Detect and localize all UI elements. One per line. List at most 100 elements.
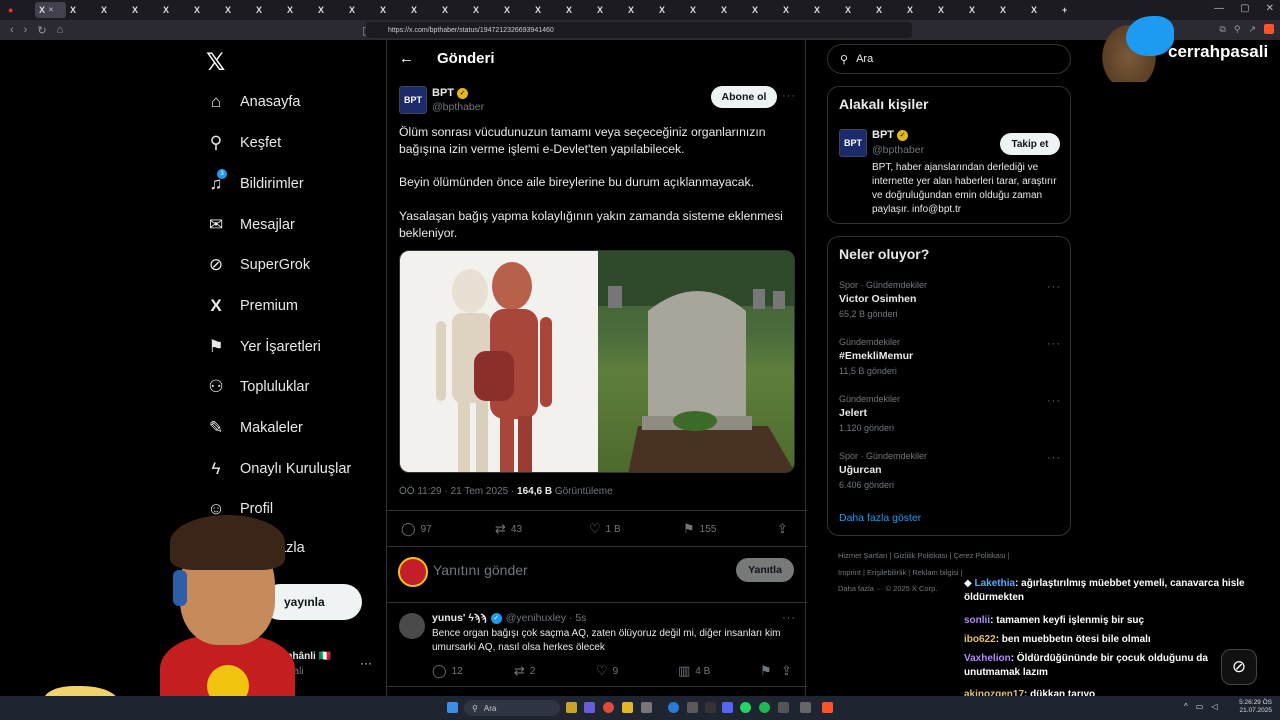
anatomy-image[interactable] [400, 251, 598, 472]
footer-links[interactable]: Imprint | Erişilebilirlik | Reklam bilgi… [838, 568, 963, 577]
home-nav-icon[interactable]: ⌂ [57, 24, 64, 36]
app-icon[interactable] [778, 702, 789, 713]
browser-tab[interactable]: X [190, 2, 221, 18]
trend-more-icon[interactable]: ··· [1047, 281, 1061, 293]
nav-supergrok[interactable]: ⊘ SuperGrok [206, 255, 310, 275]
search-input[interactable]: ⚲ Ara [827, 44, 1071, 74]
discord-icon[interactable] [722, 702, 733, 713]
browser-tab[interactable]: X [1027, 2, 1058, 18]
x-logo[interactable]: 𝕏 [206, 48, 225, 77]
gravestone-image[interactable] [598, 251, 794, 472]
browser-tab[interactable]: X [345, 2, 376, 18]
browser-tab[interactable]: X [159, 2, 190, 18]
app-icon[interactable] [641, 702, 652, 713]
nav-home[interactable]: ⌂ Anasayfa [206, 92, 301, 112]
minimize-icon[interactable]: — [1214, 3, 1224, 14]
nav-premium[interactable]: X Premium [206, 296, 298, 316]
obs-icon[interactable] [705, 702, 716, 713]
trend-more-icon[interactable]: ··· [1047, 395, 1061, 407]
reply-input[interactable]: Yanıtını gönder [433, 562, 528, 578]
folder-icon[interactable] [622, 702, 633, 713]
reply-reply-action[interactable]: ◯ 12 [432, 663, 463, 679]
brave-shield-icon[interactable] [1264, 24, 1274, 34]
translate-icon[interactable]: ⧉ [1219, 24, 1225, 35]
nav-articles[interactable]: ✎ Makaleler [206, 418, 303, 438]
share-icon[interactable]: ↗ [1248, 24, 1256, 35]
trend-name[interactable]: Jelert [839, 407, 867, 419]
reply-avatar[interactable] [399, 613, 425, 639]
trend-more-icon[interactable]: ··· [1047, 452, 1061, 464]
author-name[interactable]: BPT ✓ [432, 87, 468, 99]
nav-bookmarks[interactable]: ⚑ Yer İşaretleri [206, 337, 321, 357]
windows-start-icon[interactable] [447, 702, 458, 713]
browser-tab[interactable]: X [779, 2, 810, 18]
spotify-icon[interactable] [759, 702, 770, 713]
browser-tab[interactable]: X [438, 2, 469, 18]
chrome-icon[interactable] [603, 702, 614, 713]
account-more-icon[interactable]: ··· [360, 656, 372, 670]
app-icon[interactable] [800, 702, 811, 713]
browser-tab[interactable]: X [128, 2, 159, 18]
related-handle[interactable]: @bpthaber [872, 144, 924, 156]
browser-tab[interactable]: X [376, 2, 407, 18]
browser-tab[interactable]: X [748, 2, 779, 18]
follow-button[interactable]: Takip et [1000, 133, 1060, 155]
nav-messages[interactable]: ✉ Mesajlar [206, 215, 295, 235]
browser-tab[interactable]: X [655, 2, 686, 18]
volume-icon[interactable]: ◁ [1211, 702, 1217, 711]
browser-tab[interactable]: X [903, 2, 934, 18]
browser-tab[interactable]: X [810, 2, 841, 18]
footer-links[interactable]: Hizmet Şartları | Gizlilik Politikası | … [838, 551, 1010, 560]
browser-tab[interactable]: X [97, 2, 128, 18]
url-bar[interactable]: https://x.com/bpthaber/status/1947212326… [366, 22, 912, 38]
browser-tab[interactable]: X [531, 2, 562, 18]
nav-notifications[interactable]: ♫ 3 Bildirimler [206, 169, 304, 194]
author-avatar[interactable]: BPT [399, 86, 427, 114]
related-name[interactable]: BPT ✓ [872, 129, 908, 141]
browser-tab[interactable]: X [934, 2, 965, 18]
author-handle[interactable]: @bpthaber [432, 101, 484, 113]
browser-tab[interactable]: X [996, 2, 1027, 18]
browser-tab[interactable]: X [872, 2, 903, 18]
more-options-icon[interactable]: ··· [782, 90, 796, 102]
reply-retweet-action[interactable]: ⇄ 2 [514, 663, 535, 679]
reload-icon[interactable]: ↻ [37, 24, 46, 37]
nav-communities[interactable]: ⚇ Topluluklar [206, 377, 309, 397]
browser-tab[interactable]: X [252, 2, 283, 18]
nav-explore[interactable]: ⚲ Keşfet [206, 133, 281, 153]
like-action[interactable]: ♡ 1 B [589, 521, 621, 537]
clock[interactable]: 5:26:29 ÖS 21.07.2025 [1239, 699, 1272, 715]
browser-tab[interactable]: X [221, 2, 252, 18]
trend-name[interactable]: Victor Osimhen [839, 293, 916, 305]
reply-more-icon[interactable]: ··· [782, 612, 796, 624]
browser-tab[interactable]: X [593, 2, 624, 18]
reply-bookmark-action[interactable]: ⚑ [760, 663, 772, 679]
nav-verified-orgs[interactable]: ϟ Onaylı Kuruluşlar [206, 459, 352, 479]
browser-tab[interactable]: X [562, 2, 593, 18]
trend-more-icon[interactable]: ··· [1047, 338, 1061, 350]
reply-views-action[interactable]: ▥ 4 B [678, 663, 710, 679]
browser-tab[interactable]: X [686, 2, 717, 18]
subscribe-button[interactable]: Abone ol [711, 86, 777, 108]
browser-tab[interactable]: X [965, 2, 996, 18]
browser-tab[interactable]: ● [4, 2, 35, 18]
reply-share-action[interactable]: ⇪ [781, 663, 792, 679]
reply-action[interactable]: ◯ 97 [401, 521, 432, 537]
back-arrow-icon[interactable]: ← [399, 50, 414, 67]
tweet-media[interactable] [399, 250, 795, 473]
browser-tab[interactable]: X [407, 2, 438, 18]
tweet-time[interactable]: ÖÖ 11:29 · 21 Tem 2025 · [399, 486, 517, 497]
browser-tab[interactable]: X [469, 2, 500, 18]
zoom-icon[interactable]: ⚲ [1234, 24, 1241, 35]
browser-tab[interactable]: X [66, 2, 97, 18]
grok-button[interactable]: ⊘ [1221, 649, 1257, 685]
forward-nav-icon[interactable]: › [24, 24, 28, 36]
browser-tab[interactable]: X [841, 2, 872, 18]
taskbar-search[interactable]: ⚲ Ara [464, 700, 560, 716]
browser-tab[interactable]: X [500, 2, 531, 18]
network-icon[interactable]: ▭ [1196, 702, 1204, 711]
app-icon[interactable] [584, 702, 595, 713]
reply-like-action[interactable]: ♡ 9 [596, 663, 618, 679]
brave-icon[interactable] [822, 702, 833, 713]
show-more-link[interactable]: Daha fazla göster [839, 512, 921, 524]
